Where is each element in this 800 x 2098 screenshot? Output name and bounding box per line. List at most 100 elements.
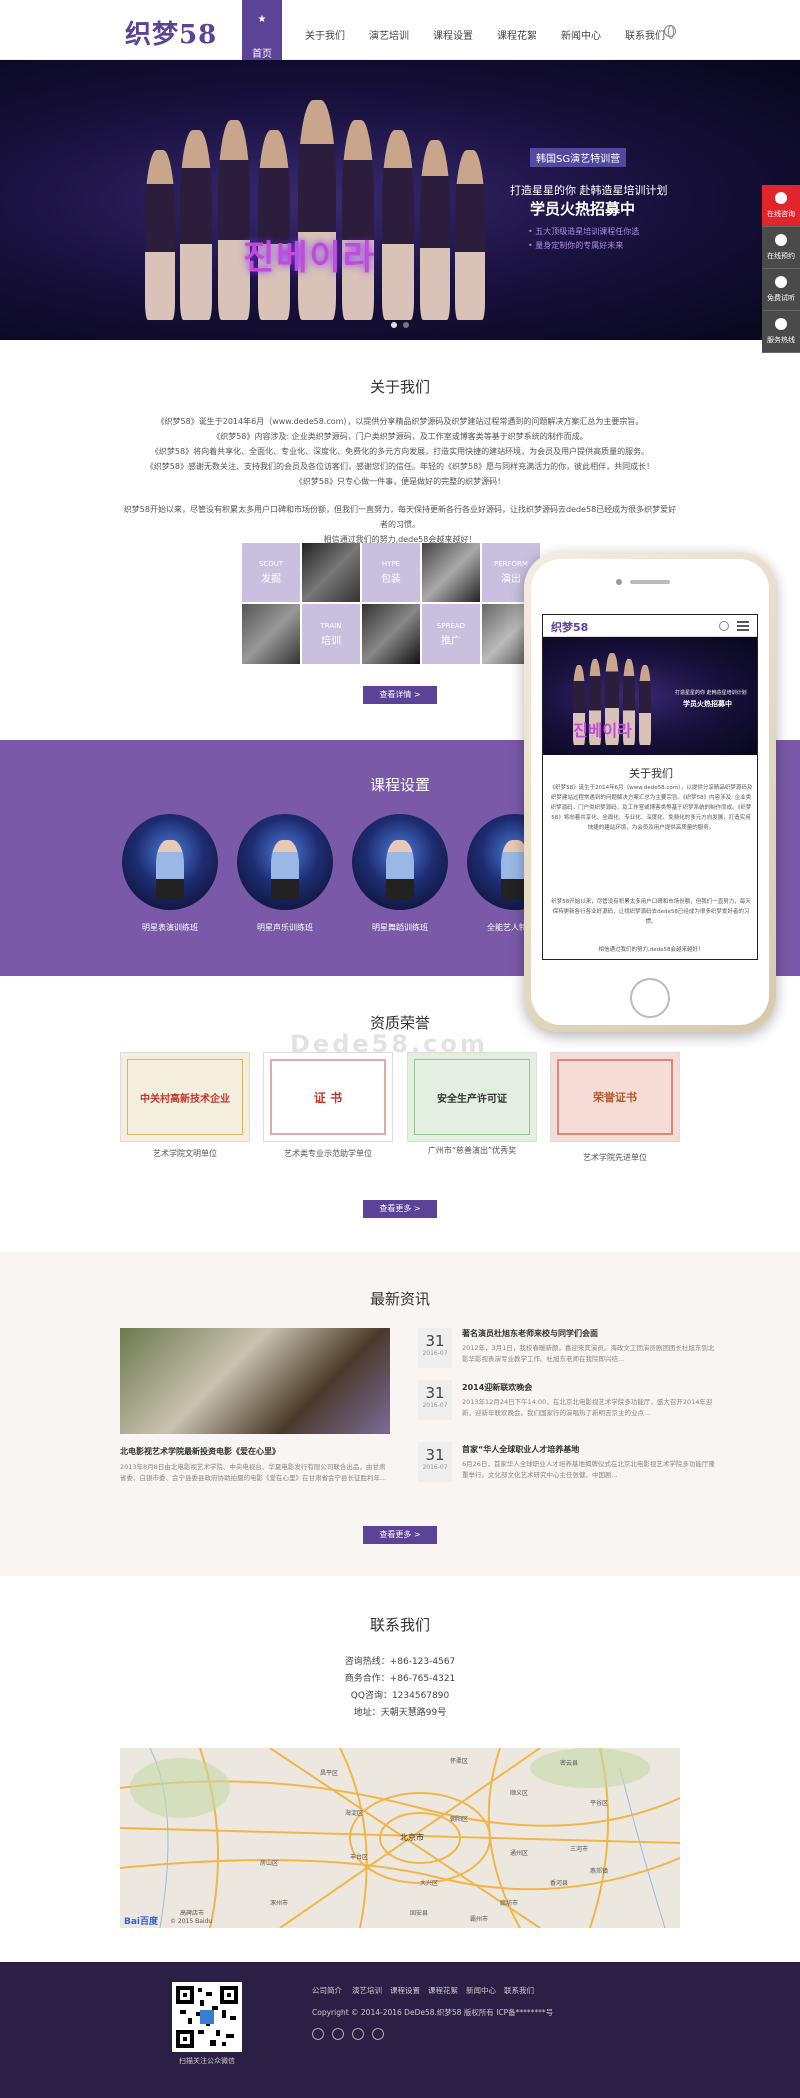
banner-line1: 打造星星的你 赴韩造星培训计划 [510,184,668,197]
site-footer [0,1962,800,2098]
about-title: 关于我们 [369,378,430,396]
map-label: 海淀区 [345,1810,364,1817]
course-image[interactable] [352,814,448,910]
map-label: 怀柔区 [450,1758,469,1765]
map-label: 霸州市 [470,1916,489,1923]
certificate-label: 艺术学院文明单位 [153,1149,217,1158]
certificate[interactable]: 中关村高新技术企业 [120,1052,250,1142]
globe-icon[interactable] [664,25,676,39]
certificate[interactable]: 荣誉证书 [550,1052,680,1142]
footer-link[interactable]: 课程花絮 [428,1985,458,1996]
chat-icon [775,192,787,204]
phone-screen: 织梦58 진베이라 打造星星的你 赴韩造星培训计划 学员火热招募中 关于我们 《… [542,614,758,960]
news-item-desc: 2013年12月24日下午14:00，在北京北电影视艺术学院多功能厅，盛大召开2… [462,1398,713,1417]
map-label: 廊坊市 [500,1900,519,1907]
map-label: 房山区 [260,1860,279,1867]
news-date: 31 2016-07 [418,1442,452,1482]
nav-highlights[interactable]: 课程花絮 [486,0,548,60]
banner-line2: 学员火热招募中 [530,200,636,218]
phone-about-title: 关于我们 [629,767,673,780]
dancer-figure [258,130,290,320]
news-item-title[interactable]: 首家“华人全球职业人才培养基地 [462,1444,579,1455]
course-image[interactable] [237,814,333,910]
home-button [630,978,670,1018]
qq-icon[interactable] [352,2028,364,2040]
phone-about-text: 《织梦58》诞生于2014年6月（www.dede58.com），以提供分享精品… [549,785,753,831]
hero-banner[interactable]: 진베이라 韩国SG演艺特训营 打造星星的你 赴韩造星培训计划 学员火热招募中 •… [0,60,800,340]
qr-code [172,1982,242,2052]
phone-banner: 진베이라 打造星星的你 赴韩造星培训计划 学员火热招募中 [543,637,757,755]
news-item-title[interactable]: 著名演员杜旭东老师来校与同学们会面 [462,1328,598,1339]
nav-about[interactable]: 关于我们 [294,0,356,60]
tile-photo [242,604,300,664]
footer-copyright: Copyright © 2014-2016 DeDe58.织梦58 版权所有 I… [312,2008,554,2017]
dancer-figure [342,120,374,320]
footer-link[interactable]: 演艺培训 [352,1985,382,1996]
weibo-icon[interactable] [312,2028,324,2040]
footer-link[interactable]: 联系我们 [504,1985,534,1996]
news-date: 31 2016-07 [418,1380,452,1420]
course-image[interactable] [122,814,218,910]
footer-link[interactable]: 课程设置 [390,1985,420,1996]
map-label: 昌平区 [320,1770,339,1777]
user-icon [775,234,787,246]
star-icon: ★ [257,14,267,25]
news-item-desc: 2012年，3月1日，我校春暖新颜，喜迎来宾演员。海政文工团演员剧团团长杜旭东到… [462,1344,715,1363]
footer-link[interactable]: 公司简介 [312,1985,342,1996]
mobile-icon[interactable] [372,2028,384,2040]
contact-line: QQ咨询：1234567890 [350,1691,450,1701]
contact-line: 商务合作：+86-765-4321 [344,1674,456,1684]
phone-icon [775,318,787,330]
side-toolbar: 在线咨询 在线预约 免费试听 服务热线 [762,185,800,353]
slide-dot[interactable] [403,322,409,328]
tile-photo [362,604,420,664]
tile-photo [302,543,360,602]
featured-news-image[interactable] [120,1328,390,1434]
map-label: 平谷区 [590,1800,609,1807]
map-label: 朝阳区 [450,1816,469,1823]
nav-training[interactable]: 演艺培训 [358,0,420,60]
dancer-figure [298,100,336,320]
nav-courses[interactable]: 课程设置 [422,0,484,60]
menu-icon [737,621,749,631]
phone-about-text-2: 织梦58开始以来，尽管没有积累太多用户口碑和市场份额，但我们一直努力，每天保持更… [551,899,751,925]
map-label: 丰台区 [350,1854,369,1861]
news-more-button[interactable]: 查看更多 > [363,1526,437,1544]
hotline-button[interactable]: 服务热线 [762,311,800,353]
wechat-icon[interactable] [332,2028,344,2040]
about-details-button[interactable]: 查看详情 > [363,686,437,704]
nav-home[interactable]: ★ 首页 [242,0,282,60]
news-date: 31 2016-07 [418,1328,452,1368]
certificate[interactable]: 证 书 [263,1052,393,1142]
certificate[interactable]: 安全生产许可证 [407,1052,537,1142]
news-item-title[interactable]: 2014迎新联欢晚会 [462,1382,532,1393]
dancer-figure [420,140,450,320]
globe-icon [719,621,729,631]
map-label: 顺义区 [510,1790,529,1797]
online-consult-button[interactable]: 在线咨询 [762,185,800,227]
main-nav: ★ 首页 关于我们 演艺培训 课程设置 课程花絮 新闻中心 联系我们 [242,0,678,60]
map-label: 密云县 [560,1760,579,1767]
contact-line: 地址：天朝天慧路99号 [353,1708,447,1718]
slide-dot-active[interactable] [391,322,397,328]
footer-link[interactable]: 新闻中心 [466,1985,496,1996]
phone-mockup: 织梦58 진베이라 打造星星的你 赴韩造星培训计划 学员火热招募中 关于我们 《… [524,552,776,1032]
map-label: 通州区 [510,1850,529,1857]
featured-news-title[interactable]: 北电影视艺术学院最新投资电影《爱在心里》 [120,1446,280,1457]
map-label: 大兴区 [420,1880,439,1887]
online-booking-button[interactable]: 在线预约 [762,227,800,269]
map-label: 涿州市 [270,1900,289,1907]
dancer-figure [180,130,212,320]
phone-about-text-3: 相信通过我们的努力,dede58会越来越好！ [598,947,704,953]
map-label: 三河市 [570,1846,589,1853]
nav-news[interactable]: 新闻中心 [550,0,612,60]
dancer-figure [455,150,485,320]
location-map[interactable]: 北京市 海淀区 朝阳区 通州区 昌平区 顺义区 怀柔区 大兴区 房山区 丰台区 … [120,1748,680,1928]
site-header: 织梦58 ★ 首页 关于我们 演艺培训 课程设置 课程花絮 新闻中心 联系我们 [0,0,800,60]
banner-bullet: • 五大顶级造星培训课程任你选 [528,227,640,236]
site-logo[interactable]: 织梦58 [125,14,217,51]
news-title: 最新资讯 [369,1290,430,1308]
honors-more-button[interactable]: 查看更多 > [363,1200,437,1218]
free-trial-button[interactable]: 免费试听 [762,269,800,311]
certificate-label: 广州市“慈善演出”优秀奖 [427,1146,517,1155]
